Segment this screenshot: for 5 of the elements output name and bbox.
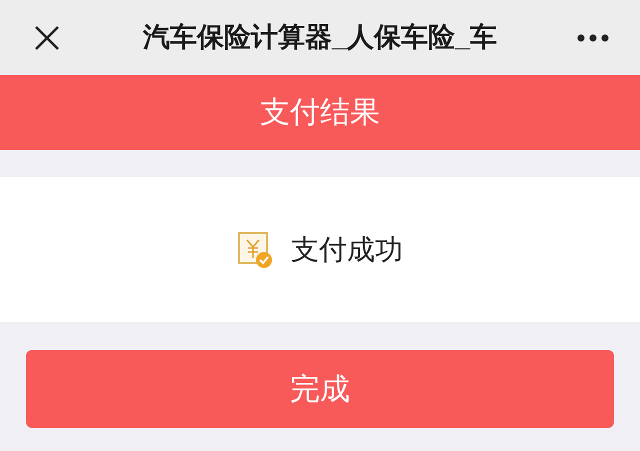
success-message: 支付成功 xyxy=(291,232,403,266)
done-button[interactable]: 完成 xyxy=(26,350,614,428)
window-title: 汽车保险计算器_人保车险_车 xyxy=(142,21,498,54)
header-title: 支付结果 xyxy=(260,95,380,131)
payment-receipt-icon xyxy=(237,230,273,268)
